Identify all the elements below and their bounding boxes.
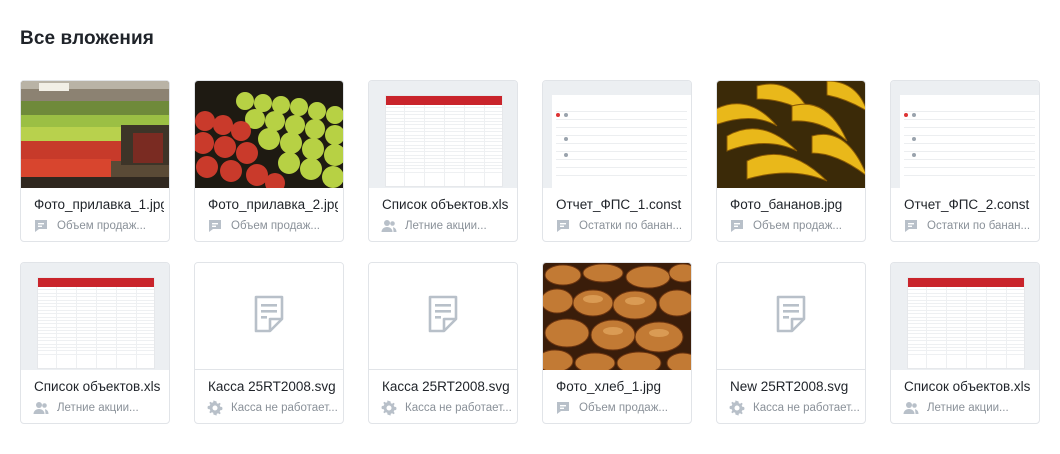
attachment-card[interactable]: Касса 25RT2008.svg Касса не работает... [368,262,518,424]
attachment-meta: Объем продаж... [729,218,861,234]
document-placeholder [195,263,343,370]
attachment-context: Остатки по банан... [579,220,683,232]
chat-icon [555,400,571,416]
attachment-context: Летние акции... [405,220,487,232]
attachment-card[interactable]: Список объектов.xls Летние акции... [368,80,518,242]
attachment-context: Летние акции... [57,402,139,414]
produce-aisle-photo [21,81,169,188]
attachment-context: Касса не работает... [405,402,512,414]
gear-icon [381,400,397,416]
document-icon [774,295,808,338]
gear-icon [729,400,745,416]
attachment-card[interactable]: Отчет_ФПС_1.const Остатки по банан... [542,80,692,242]
attachment-context: Объем продаж... [753,220,842,232]
spreadsheet-preview [21,263,169,370]
apples-photo [195,81,343,188]
attachment-card[interactable]: New 25RT2008.svg Касса не работает... [716,262,866,424]
file-name: Касса 25RT2008.svg [382,379,510,394]
attachment-meta: Касса не работает... [381,400,513,416]
users-icon [381,218,397,234]
document-icon [252,295,286,338]
chat-icon [555,218,571,234]
file-name: Отчет_ФПС_1.const [556,197,682,212]
chat-icon [207,218,223,234]
file-name: New 25RT2008.svg [730,379,849,394]
attachment-meta: Летние акции... [33,400,165,416]
file-name: Отчет_ФПС_2.const [904,197,1030,212]
file-name: Касса 25RT2008.svg [208,379,336,394]
report-preview [891,81,1039,188]
chat-icon [33,218,49,234]
file-name: Фото_прилавка_2.jpg [208,197,338,212]
attachment-context: Касса не работает... [753,402,860,414]
chat-icon [903,218,919,234]
file-name: Фото_бананов.jpg [730,197,843,212]
document-placeholder [717,263,865,370]
attachment-card[interactable]: Фото_хлеб_1.jpg Объем продаж... [542,262,692,424]
attachment-card[interactable]: Фото_прилавка_2.jpg Объем продаж... [194,80,344,242]
chat-icon [729,218,745,234]
attachment-card[interactable]: Список объектов.xls Летние акции... [890,262,1040,424]
attachment-context: Объем продаж... [57,220,146,232]
bananas-photo [717,81,865,188]
attachment-meta: Остатки по банан... [555,218,687,234]
attachment-meta: Летние акции... [903,400,1035,416]
users-icon [33,400,49,416]
spreadsheet-preview [891,263,1039,370]
attachment-meta: Остатки по банан... [903,218,1035,234]
attachment-card[interactable]: Список объектов.xls Летние акции... [20,262,170,424]
attachment-card[interactable]: Фото_прилавка_1.jpg Объем продаж... [20,80,170,242]
gear-icon [207,400,223,416]
file-name: Список объектов.xls [382,197,509,212]
document-placeholder [369,263,517,370]
spreadsheet-preview [369,81,517,188]
attachment-meta: Объем продаж... [33,218,165,234]
attachment-card[interactable]: Отчет_ФПС_2.const Остатки по банан... [890,80,1040,242]
attachment-context: Летние акции... [927,402,1009,414]
page-title: Все вложения [20,28,154,49]
attachment-meta: Касса не работает... [207,400,339,416]
attachment-meta: Летние акции... [381,218,513,234]
attachment-card[interactable]: Фото_бананов.jpg Объем продаж... [716,80,866,242]
attachment-meta: Касса не работает... [729,400,861,416]
file-name: Список объектов.xls [904,379,1031,394]
attachment-context: Остатки по банан... [927,220,1031,232]
attachment-card[interactable]: Касса 25RT2008.svg Касса не работает... [194,262,344,424]
file-name: Список объектов.xls [34,379,161,394]
attachment-context: Касса не работает... [231,402,338,414]
document-icon [426,295,460,338]
attachment-meta: Объем продаж... [207,218,339,234]
attachment-context: Объем продаж... [579,402,668,414]
file-name: Фото_хлеб_1.jpg [556,379,662,394]
file-name: Фото_прилавка_1.jpg [34,197,164,212]
attachment-meta: Объем продаж... [555,400,687,416]
bread-photo [543,263,691,370]
users-icon [903,400,919,416]
report-preview [543,81,691,188]
attachment-context: Объем продаж... [231,220,320,232]
